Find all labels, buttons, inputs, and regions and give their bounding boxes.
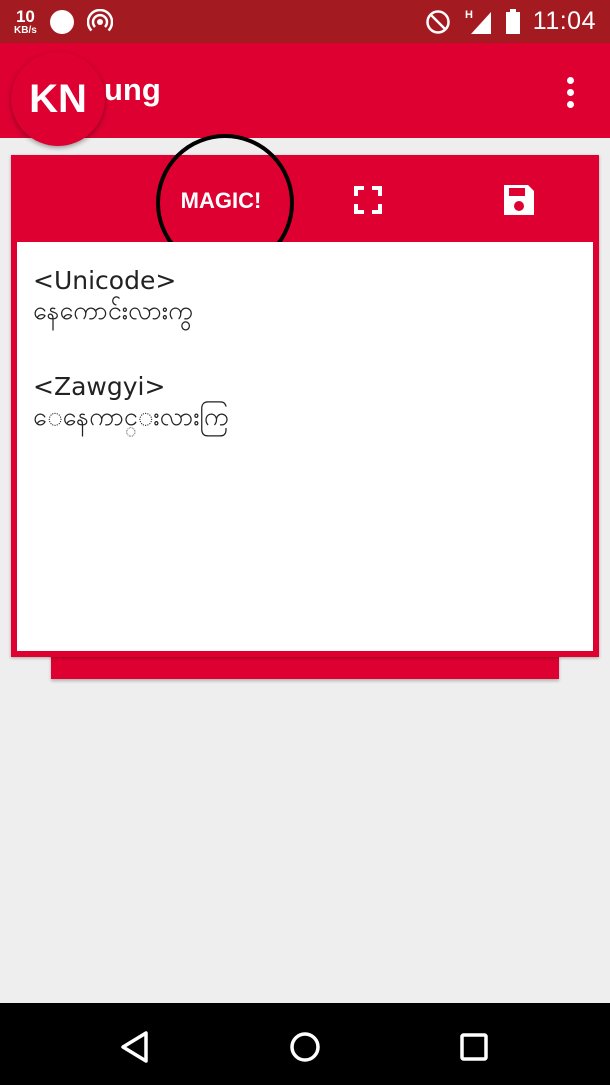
zawgyi-text: ေနေကာင္းလားကြ — [33, 402, 229, 431]
status-bar-clock: 11:04 — [532, 7, 596, 35]
back-icon[interactable] — [118, 1029, 154, 1065]
more-vert-icon[interactable] — [552, 70, 588, 114]
do-not-disturb-icon — [426, 9, 450, 34]
unicode-block: <Unicode> နေကောင်းလားကွ — [33, 266, 577, 326]
circle-notification-icon — [49, 10, 74, 34]
zawgyi-block: <Zawgyi> ေနေကာင္းလားကြ — [33, 372, 577, 432]
magic-button[interactable]: MAGIC! — [163, 181, 279, 221]
network-speed-unit: KB/s — [14, 25, 37, 36]
recents-icon[interactable] — [456, 1029, 492, 1065]
save-icon[interactable] — [501, 182, 537, 218]
network-speed-value: 10 — [15, 7, 35, 26]
network-speed: 10 KB/s — [14, 8, 37, 36]
text-editor[interactable]: <Unicode> နေကောင်းလားကွ <Zawgyi> ေနေကာင္… — [17, 242, 593, 651]
menu-dot — [566, 76, 574, 84]
card-toolbar: MAGIC! — [11, 134, 599, 272]
status-bar-right: H 11:04 — [425, 0, 596, 43]
converter-card: MAGIC! <Unicode> နေကောင်းလားကွ <Zawgyi> … — [11, 134, 599, 657]
fullscreen-icon[interactable] — [353, 185, 383, 215]
menu-dot — [566, 100, 574, 108]
app-logo: KN — [11, 52, 105, 146]
unicode-text: နေကောင်းလားကွ — [33, 296, 193, 325]
signal-icon: H — [465, 9, 491, 34]
menu-dot — [566, 88, 574, 96]
unicode-header: <Unicode> — [33, 266, 177, 295]
app-title: ung — [104, 72, 161, 107]
home-icon[interactable] — [287, 1029, 323, 1065]
status-bar-left: 10 KB/s — [14, 6, 113, 38]
zawgyi-header: <Zawgyi> — [33, 372, 166, 401]
network-type-label: H — [465, 9, 473, 21]
navigation-bar — [0, 1003, 610, 1085]
hotspot-icon — [86, 9, 113, 32]
battery-icon — [505, 8, 520, 34]
status-bar: 10 KB/s H 11:04 — [0, 0, 610, 43]
